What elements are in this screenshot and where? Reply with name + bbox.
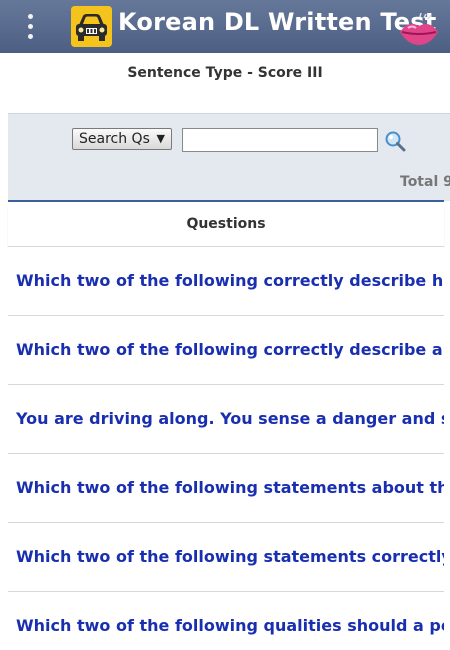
question-row-1[interactable]: Which two of the following correctly des… — [8, 247, 444, 316]
search-panel: Search Qs ▼ Total 99 — [8, 113, 450, 201]
page-subtitle: Sentence Type - Score III — [127, 65, 323, 81]
total-count-label: Total 99 — [400, 174, 450, 190]
app-title: Korean DL Written Test — [118, 8, 437, 36]
question-row-4[interactable]: Which two of the following statements ab… — [8, 454, 444, 523]
lips-icon[interactable] — [396, 12, 442, 50]
search-type-dropdown[interactable]: Search Qs ▼ — [72, 128, 172, 150]
question-text: Which two of the following statements co… — [16, 547, 444, 566]
question-text: You are driving along. You sense a dange… — [16, 409, 444, 428]
search-input[interactable] — [182, 128, 378, 152]
questions-header: Questions — [8, 204, 444, 247]
overflow-menu-icon[interactable] — [14, 9, 46, 43]
car-icon — [71, 6, 112, 47]
magnifier-icon[interactable] — [384, 130, 406, 152]
dropdown-selected-value: Search Qs — [79, 131, 150, 147]
question-row-5[interactable]: Which two of the following statements co… — [8, 523, 444, 592]
question-row-2[interactable]: Which two of the following correctly des… — [8, 316, 444, 385]
divider — [8, 200, 444, 202]
chevron-down-icon: ▼ — [156, 132, 165, 145]
question-text: Which two of the following correctly des… — [16, 271, 444, 290]
question-text: Which two of the following statements ab… — [16, 478, 444, 497]
question-row-3[interactable]: You are driving along. You sense a dange… — [8, 385, 444, 454]
app-screen: Korean DL Written Test Sentence Type - S… — [0, 0, 450, 650]
question-text: Which two of the following qualities sho… — [16, 616, 444, 635]
app-header: Korean DL Written Test — [0, 0, 450, 53]
question-text: Which two of the following correctly des… — [16, 340, 444, 359]
question-row-6[interactable]: Which two of the following qualities sho… — [8, 592, 444, 650]
